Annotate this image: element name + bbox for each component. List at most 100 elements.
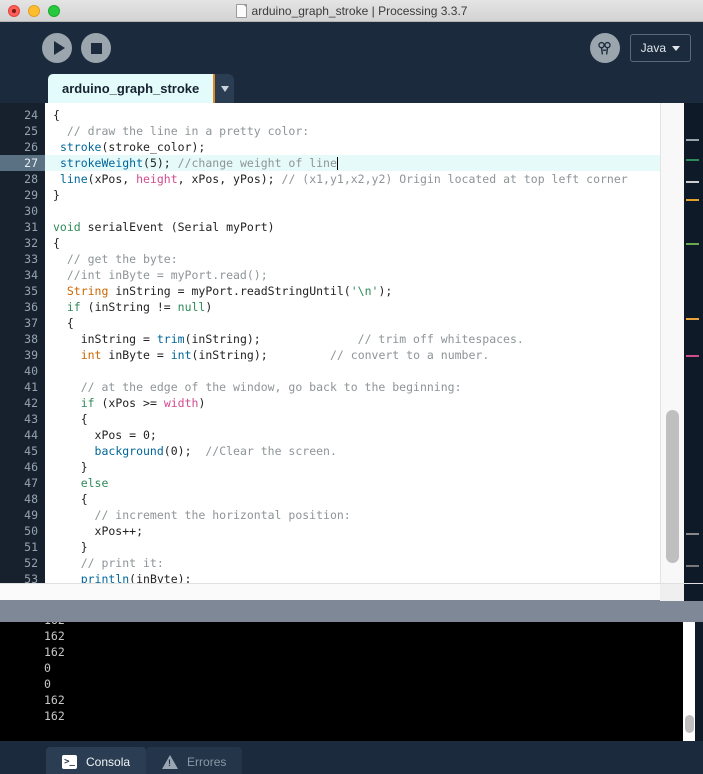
tab-errors[interactable]: Errores (146, 747, 243, 774)
mode-label: Java (640, 41, 666, 55)
console-output: 16216216200162162 (0, 622, 703, 724)
stop-button[interactable] (81, 33, 111, 63)
overview-mark-2 (686, 181, 699, 183)
code-line-38[interactable]: inString = trim(inString); // trim off w… (45, 331, 703, 347)
code-line-34[interactable]: //int inByte = myPort.read(); (45, 267, 703, 283)
stop-icon (90, 42, 102, 54)
sketch-tab-menu-button[interactable] (213, 74, 235, 103)
line-number-25: 25 (24, 124, 38, 138)
code-line-37[interactable]: { (45, 315, 703, 331)
code-line-44[interactable]: xPos = 0; (45, 427, 703, 443)
line-number-24: 24 (24, 108, 38, 122)
code-line-45[interactable]: background(0); //Clear the screen. (45, 443, 703, 459)
tab-console[interactable]: >_ Consola (46, 747, 147, 774)
code-token: , xPos, yPos); (177, 172, 282, 186)
console-panel: 16216216200162162 (0, 622, 703, 741)
minimize-window-button[interactable] (28, 4, 40, 17)
editor-console-divider[interactable] (0, 600, 703, 622)
tab-console-label: Consola (86, 755, 131, 769)
code-token: height (136, 172, 178, 186)
line-number-31: 31 (24, 220, 38, 234)
line-number-34: 34 (24, 268, 38, 282)
code-line-51[interactable]: } (45, 539, 703, 555)
code-line-52[interactable]: // print it: (45, 555, 703, 571)
code-token: inByte = (101, 348, 171, 362)
code-token: // (x1,y1,x2,y2) Origin located at top l… (281, 172, 628, 186)
line-number-gutter: 24 25 26 27 28 29 30 31 32 33 34 35 36 37 38 39 40 41 42 43… (0, 103, 45, 583)
code-line-27[interactable]: strokeWeight(5); //change weight of line (45, 155, 703, 171)
code-line-24[interactable]: { (45, 107, 703, 123)
code-token: //int inByte = myPort.read(); (53, 268, 268, 282)
line-number-37: 37 (24, 316, 38, 330)
console-scrollbar-thumb[interactable] (685, 715, 694, 733)
code-line-32[interactable]: { (45, 235, 703, 251)
code-token: } (53, 460, 88, 474)
line-number-47: 47 (24, 476, 38, 490)
console-line: 162 (44, 629, 65, 643)
code-line-50[interactable]: xPos++; (45, 523, 703, 539)
close-window-button[interactable] (8, 4, 20, 17)
line-number-28: 28 (24, 172, 38, 186)
main-toolbar: Java (0, 22, 703, 74)
mode-selector[interactable]: Java (629, 34, 691, 62)
code-line-25[interactable]: // draw the line in a pretty color: (45, 123, 703, 139)
code-line-30[interactable] (45, 203, 703, 219)
code-token: //change weight of line (177, 156, 337, 170)
code-token: (5); (143, 156, 178, 170)
debug-button[interactable] (589, 33, 620, 63)
code-token: trim (156, 332, 185, 346)
code-line-47[interactable]: else (45, 475, 703, 491)
code-line-35[interactable]: String inString = myPort.readStringUntil… (45, 283, 703, 299)
code-line-43[interactable]: { (45, 411, 703, 427)
code-line-42[interactable]: if (xPos >= width) (45, 395, 703, 411)
code-line-49[interactable]: // increment the horizontal position: (45, 507, 703, 523)
code-line-53[interactable]: println(inByte); (45, 571, 703, 583)
warning-triangle-icon (162, 755, 179, 769)
code-line-48[interactable]: { (45, 491, 703, 507)
code-token: (stroke_color); (101, 140, 206, 154)
code-line-46[interactable]: } (45, 459, 703, 475)
code-token: xPos++; (53, 524, 144, 538)
code-line-31[interactable]: void serialEvent (Serial myPort) (45, 219, 703, 235)
code-token: { (53, 492, 88, 506)
code-line-40[interactable] (45, 363, 703, 379)
code-line-41[interactable]: // at the edge of the window, go back to… (45, 379, 703, 395)
code-token: background (94, 444, 164, 458)
code-token: // convert to a number. (330, 348, 490, 362)
code-line-26[interactable]: stroke(stroke_color); (45, 139, 703, 155)
code-line-28[interactable]: line(xPos, height, xPos, yPos); // (x1,y… (45, 171, 703, 187)
sketch-tab-arduino-graph-stroke[interactable]: arduino_graph_stroke (48, 74, 214, 103)
overview-mark-6 (686, 355, 699, 357)
code-text-area[interactable]: { // draw the line in a pretty color: st… (45, 103, 703, 583)
code-line-36[interactable]: if (inString != null) (45, 299, 703, 315)
code-token: (xPos, (87, 172, 137, 186)
overview-mark-0 (686, 139, 699, 141)
bottom-tab-bar: >_ Consola Errores (0, 741, 703, 774)
line-number-53: 53 (24, 572, 38, 583)
editor-scrollbar-thumb[interactable] (666, 410, 679, 563)
code-token: (inByte); (129, 572, 192, 583)
line-number-30: 30 (24, 204, 38, 218)
code-token: { (53, 108, 60, 122)
editor-vertical-scrollbar[interactable] (660, 103, 684, 583)
line-number-39: 39 (24, 348, 38, 362)
run-button[interactable] (42, 33, 72, 63)
code-line-39[interactable]: int inByte = int(inString); // convert t… (45, 347, 703, 363)
code-token: } (53, 188, 60, 202)
overview-mark-7 (686, 533, 699, 535)
code-line-29[interactable]: } (45, 187, 703, 203)
console-strip-edge (695, 622, 703, 741)
code-token: line (59, 172, 88, 186)
line-number-44: 44 (24, 428, 38, 442)
code-token: else (80, 476, 109, 490)
editor-horizontal-scrollbar[interactable] (0, 583, 703, 601)
code-token: int (80, 348, 102, 362)
maximize-window-button[interactable] (48, 4, 60, 17)
code-line-33[interactable]: // get the byte: (45, 251, 703, 267)
line-number-50: 50 (24, 524, 38, 538)
